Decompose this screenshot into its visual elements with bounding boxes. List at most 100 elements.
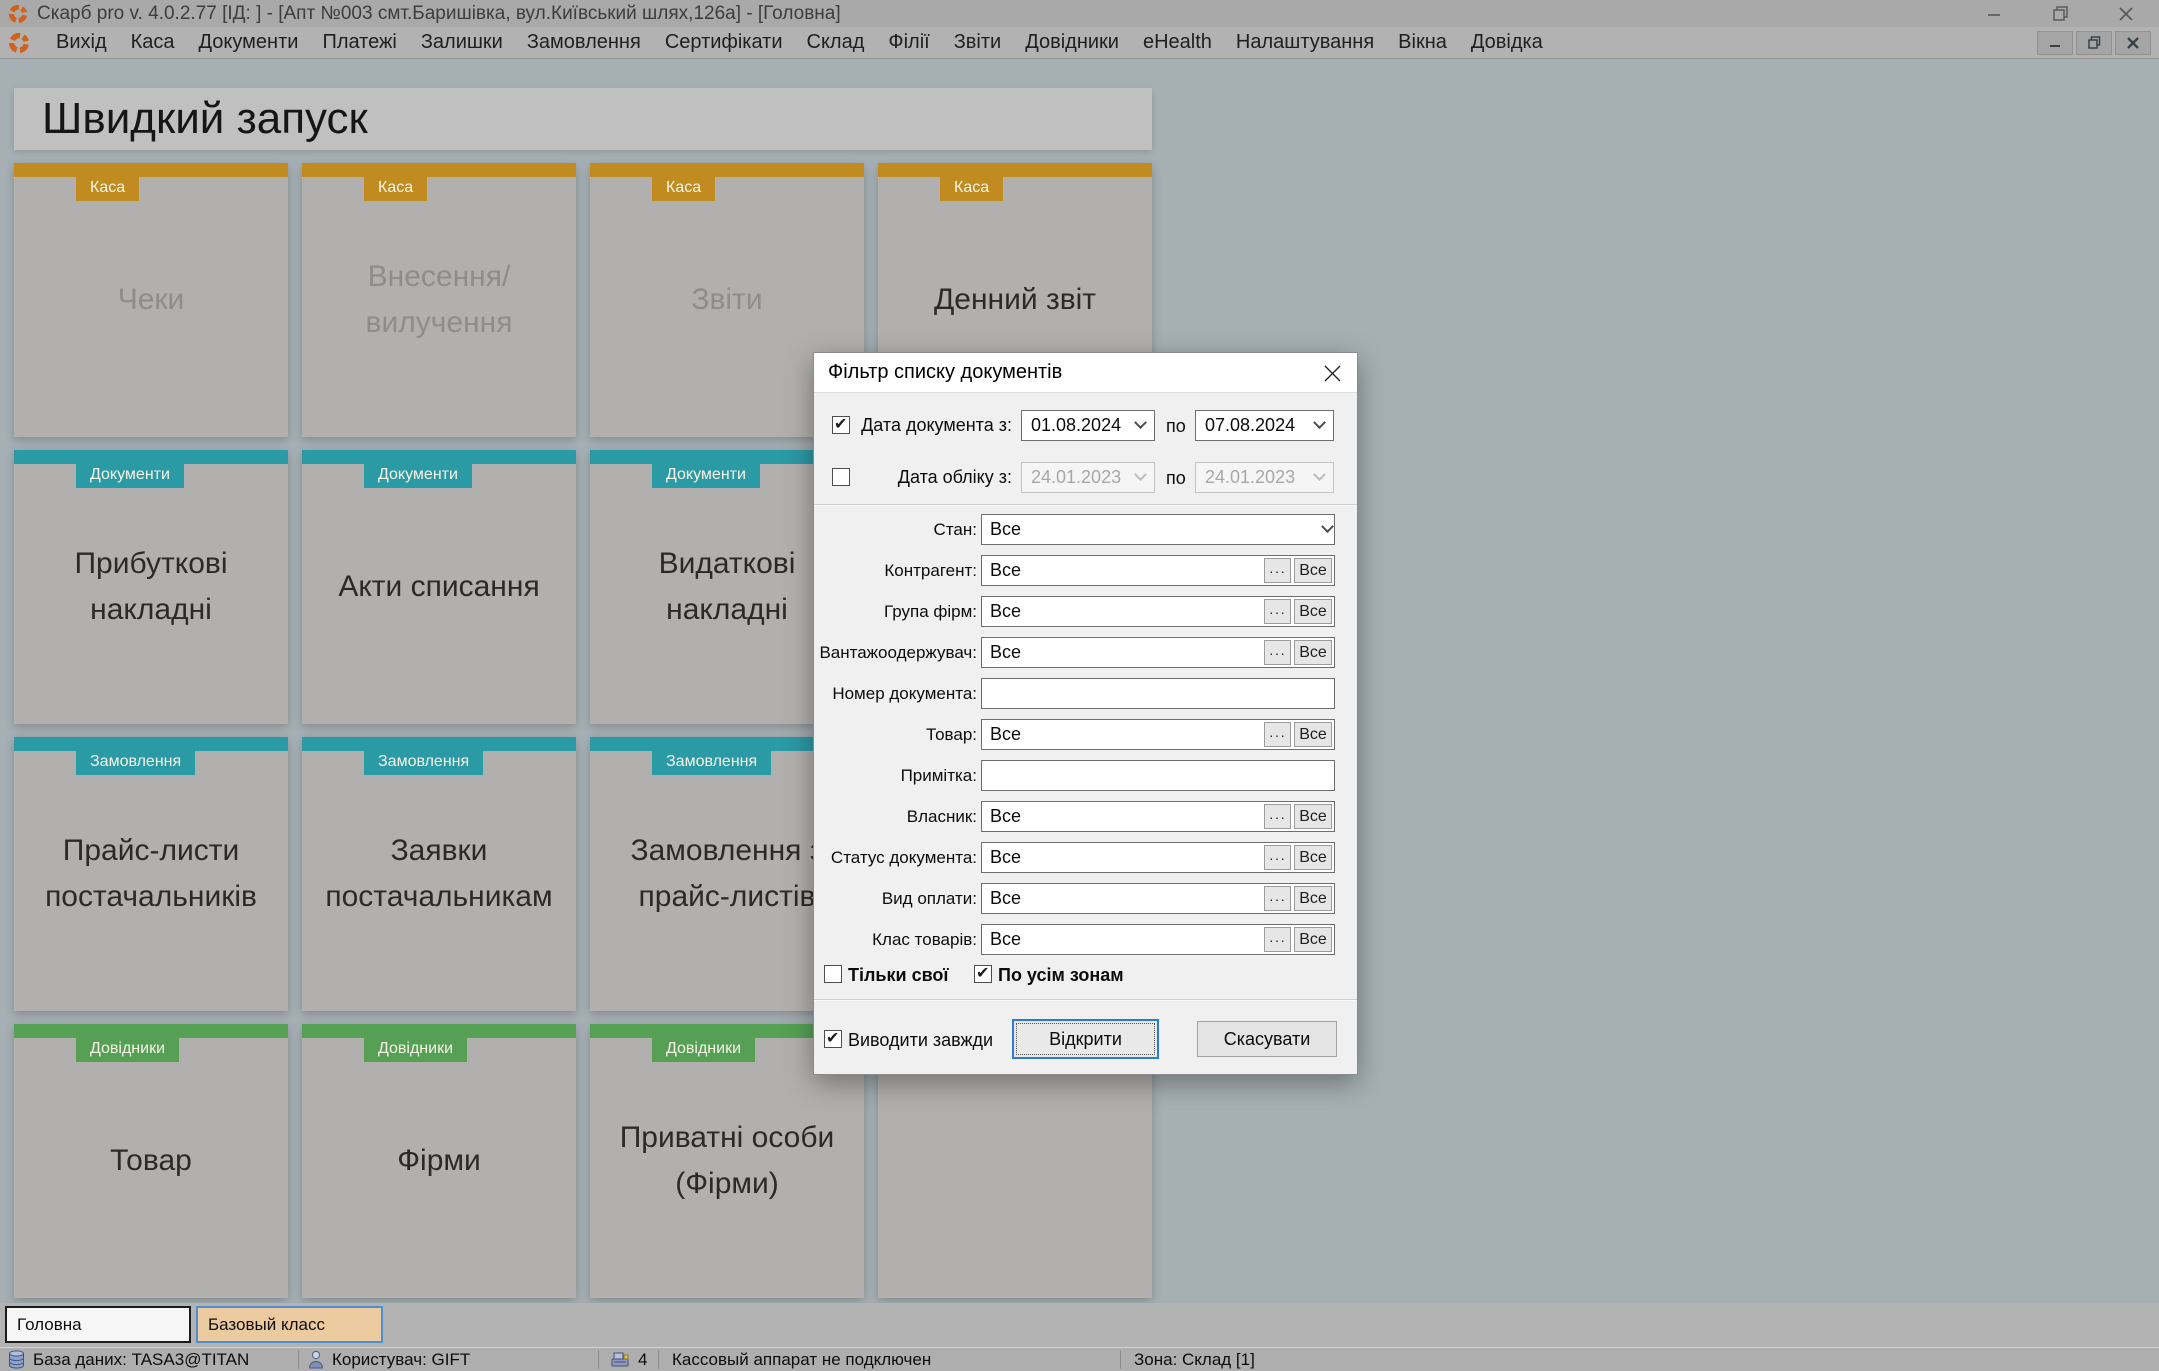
account-date-checkbox[interactable] [832,468,850,486]
goods-picker[interactable]: Все ··· Все [981,719,1335,750]
account-date-to-combo: 24.01.2023 [1195,462,1334,493]
mdi-restore-icon[interactable] [2076,30,2112,55]
filter-row-consignee: Вантажоодержувач: Все ··· Все [814,637,1359,668]
field-label: Вантажоодержувач: [819,643,977,662]
menu-item-orders[interactable]: Замовлення [515,31,653,54]
cancel-button[interactable]: Скасувати [1197,1021,1337,1057]
tile-category-tab: Каса [652,177,716,201]
mdi-close-icon[interactable] [2115,30,2151,55]
tile-supplier-requests[interactable]: Замовлення Заявки постачальникам [302,737,576,1011]
menu-item-certificates[interactable]: Сертифікати [653,31,795,54]
maximize-icon[interactable] [2027,0,2093,27]
all-button[interactable]: Все [1294,804,1332,829]
menu-item-settings[interactable]: Налаштування [1224,31,1386,54]
minimize-icon[interactable] [1961,0,2027,27]
quick-launch-header: Швидкий запуск [14,88,1152,150]
tile-label: Прайс-листи постачальників [45,833,257,914]
all-button[interactable]: Все [1294,599,1332,624]
menu-item-branches[interactable]: Філії [876,31,941,54]
field-label: Вид оплати: [881,889,977,908]
database-icon [9,1350,24,1369]
all-button[interactable]: Все [1294,722,1332,747]
consignee-picker[interactable]: Все ··· Все [981,637,1335,668]
tile-category-tab: Документи [364,464,472,488]
tab-base-class[interactable]: Базовый класс [196,1306,383,1343]
menu-item-ehealth[interactable]: eHealth [1131,31,1224,54]
all-button[interactable]: Все [1294,886,1332,911]
ellipsis-button[interactable]: ··· [1264,927,1291,952]
cash-register-icon [611,1352,629,1367]
all-button[interactable]: Все [1294,640,1332,665]
combo-arrow-icon [1321,520,1334,534]
menu-item-warehouse[interactable]: Склад [795,31,877,54]
all-button[interactable]: Все [1294,558,1332,583]
tile-firms[interactable]: Довідники Фірми [302,1024,576,1298]
account-date-from-combo: 24.01.2023 [1021,462,1155,493]
filter-row-doc-number: Номер документа: [814,678,1359,709]
tile-deposit-withdrawal[interactable]: Каса Внесення/вилучення [302,163,576,437]
field-label: Група фірм: [883,602,977,621]
tile-label: Звіти [691,282,763,316]
menu-item-directories[interactable]: Довідники [1013,31,1131,54]
app-logo-icon[interactable] [8,4,28,24]
ellipsis-button[interactable]: ··· [1264,886,1291,911]
bottom-tab-bar: Головна Базовый класс [0,1303,2159,1347]
menu-item-payments[interactable]: Платежі [310,31,408,54]
doc-number-input[interactable] [981,678,1335,709]
menu-item-exit[interactable]: Вихід [44,31,119,54]
tile-supplier-pricelists[interactable]: Замовлення Прайс-листи постачальників [14,737,288,1011]
field-label: Номер документа: [832,684,977,703]
dialog-close-icon[interactable] [1313,357,1351,389]
ellipsis-button[interactable]: ··· [1264,722,1291,747]
menu-item-kasa[interactable]: Каса [119,31,187,54]
account-date-label: Дата обліку з: [897,467,1012,487]
ellipsis-button[interactable]: ··· [1264,640,1291,665]
mdi-minimize-icon[interactable] [2037,30,2073,55]
note-input[interactable] [981,760,1335,791]
tile-goods[interactable]: Довідники Товар [14,1024,288,1298]
tile-income-invoices[interactable]: Документи Прибуткові накладні [14,450,288,724]
owner-picker[interactable]: Все ··· Все [981,801,1335,832]
all-button[interactable]: Все [1294,845,1332,870]
menu-item-documents[interactable]: Документи [187,31,311,54]
always-show-checkbox[interactable] [824,1028,842,1048]
doc-date-checkbox[interactable] [832,414,850,434]
state-combo[interactable]: Все [981,514,1335,545]
tile-category-tab: Каса [76,177,140,201]
cash-status-text: Кассовый аппарат не подключен [672,1349,932,1369]
menu-item-reports[interactable]: Звіти [942,31,1013,54]
all-zones-checkbox[interactable] [974,963,992,983]
tile-checks[interactable]: Каса Чеки [14,163,288,437]
all-button[interactable]: Все [1294,927,1332,952]
payment-type-picker[interactable]: Все ··· Все [981,883,1335,914]
tile-writeoff-acts[interactable]: Документи Акти списання [302,450,576,724]
ellipsis-button[interactable]: ··· [1264,845,1291,870]
ellipsis-button[interactable]: ··· [1264,804,1291,829]
tab-main[interactable]: Головна [5,1306,191,1343]
doc-date-to-word: по [1166,416,1186,436]
tile-category-tab: Каса [364,177,428,201]
menu-item-help[interactable]: Довідка [1459,31,1555,54]
divider [598,1350,599,1369]
menu-item-windows[interactable]: Вікна [1386,31,1459,54]
window-title: Скарб pro v. 4.0.2.77 [ІД: ] - [Апт №003… [37,2,841,24]
menu-bar: Вихід Каса Документи Платежі Залишки Зам… [0,27,2159,59]
menu-item-stocks[interactable]: Залишки [409,31,515,54]
close-icon[interactable] [2093,0,2159,27]
doc-date-from-combo[interactable]: 01.08.2024 [1021,410,1155,441]
mdi-system-menu-icon[interactable] [8,32,30,54]
tile-label: Чеки [117,282,185,316]
only-own-checkbox[interactable] [824,965,842,983]
cash-count: 4 [638,1349,648,1369]
ellipsis-button[interactable]: ··· [1264,599,1291,624]
tile-label: Приватні особи (Фірми) [619,1120,835,1201]
open-button[interactable]: Відкрити [1012,1019,1159,1059]
doc-date-to-combo[interactable]: 07.08.2024 [1195,410,1334,441]
field-label: Статус документа: [830,848,977,867]
ellipsis-button[interactable]: ··· [1264,558,1291,583]
doc-status-picker[interactable]: Все ··· Все [981,842,1335,873]
contractor-picker[interactable]: Все ··· Все [981,555,1335,586]
firm-group-picker[interactable]: Все ··· Все [981,596,1335,627]
filter-row-firm-group: Група фірм: Все ··· Все [814,596,1359,627]
goods-class-picker[interactable]: Все ··· Все [981,924,1335,955]
